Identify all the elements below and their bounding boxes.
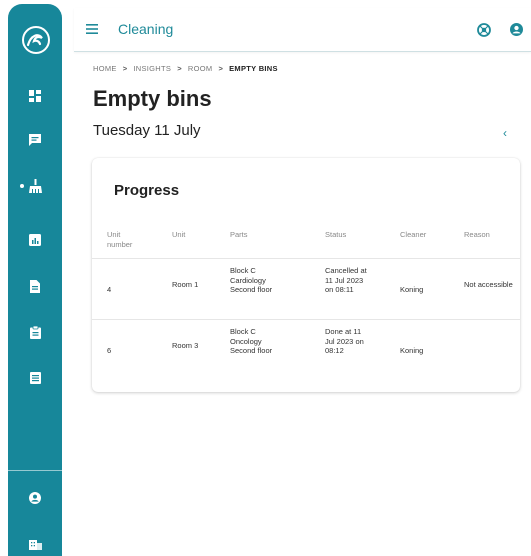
cell-status: Done at 11 Jul 2023 on 08:12 <box>325 327 364 355</box>
cell-status: Cancelled at 11 Jul 2023 on 08:11 <box>325 266 367 294</box>
sidebar-item-organization[interactable] <box>8 532 62 556</box>
active-indicator <box>20 184 24 188</box>
card-title: Progress <box>114 182 180 199</box>
sidebar-item-documents[interactable] <box>8 274 62 298</box>
breadcrumb-current: EMPTY BINS <box>229 64 278 73</box>
cell-reason: Not accessible <box>464 280 513 289</box>
sidebar-item-dashboard[interactable] <box>8 84 62 108</box>
sidebar-item-tasks[interactable] <box>8 320 62 344</box>
dashboard-icon <box>29 90 41 102</box>
row-divider <box>92 319 520 320</box>
cell-parts: Block C Oncology Second floor <box>230 327 273 355</box>
sidebar-item-list[interactable] <box>8 366 62 390</box>
chat-icon <box>29 134 41 146</box>
insights-icon <box>29 234 41 246</box>
list-icon <box>29 372 41 384</box>
sidebar-divider <box>8 470 62 471</box>
cell-unit-number: 4 <box>107 285 112 294</box>
account-icon <box>29 492 41 504</box>
building-icon <box>28 540 42 550</box>
cell-cleaner: Koning <box>400 285 424 294</box>
breadcrumb-home[interactable]: HOME <box>93 64 117 73</box>
breadcrumb-separator: > <box>177 64 182 73</box>
cell-unit-number: 6 <box>107 346 112 355</box>
app-section-title: Cleaning <box>118 21 174 37</box>
breadcrumb-separator: > <box>218 64 224 73</box>
column-header-parts: Parts <box>230 230 248 239</box>
sidebar-item-insights[interactable] <box>8 228 62 252</box>
top-bar: Cleaning <box>74 8 531 52</box>
column-header-cleaner: Cleaner <box>400 230 427 239</box>
broom-icon <box>28 179 42 193</box>
sidebar-item-messages[interactable] <box>8 128 62 152</box>
date-heading: Tuesday 11 July <box>93 122 201 139</box>
user-icon[interactable] <box>510 23 523 36</box>
breadcrumb: HOME > INSIGHTS > ROOM > EMPTY BINS <box>93 64 278 73</box>
sidebar-item-account[interactable] <box>8 486 62 510</box>
app-logo-icon[interactable] <box>22 26 50 54</box>
cell-unit: Room 1 <box>172 280 199 289</box>
page-title: Empty bins <box>93 86 212 111</box>
progress-card: Progress Unit number Unit Parts Status C… <box>92 158 520 392</box>
column-header-unit-number: Unit number <box>107 230 133 249</box>
breadcrumb-separator: > <box>122 64 128 73</box>
breadcrumb-insights[interactable]: INSIGHTS <box>133 64 171 73</box>
menu-icon[interactable] <box>86 24 98 34</box>
sidebar-item-cleaning[interactable] <box>8 174 62 198</box>
cell-cleaner: Koning <box>400 346 424 355</box>
chevron-left-icon[interactable]: ‹ <box>503 126 507 140</box>
document-icon <box>30 279 40 293</box>
breadcrumb-room[interactable]: ROOM <box>188 64 213 73</box>
clipboard-icon <box>29 325 41 339</box>
sidebar <box>8 4 62 556</box>
column-header-reason: Reason <box>464 230 490 239</box>
cell-parts: Block C Cardiology Second floor <box>230 266 273 294</box>
column-header-status: Status <box>325 230 347 239</box>
row-divider <box>92 258 520 259</box>
globe-icon[interactable] <box>477 23 491 37</box>
column-header-unit: Unit <box>172 230 186 239</box>
cell-unit: Room 3 <box>172 341 199 350</box>
